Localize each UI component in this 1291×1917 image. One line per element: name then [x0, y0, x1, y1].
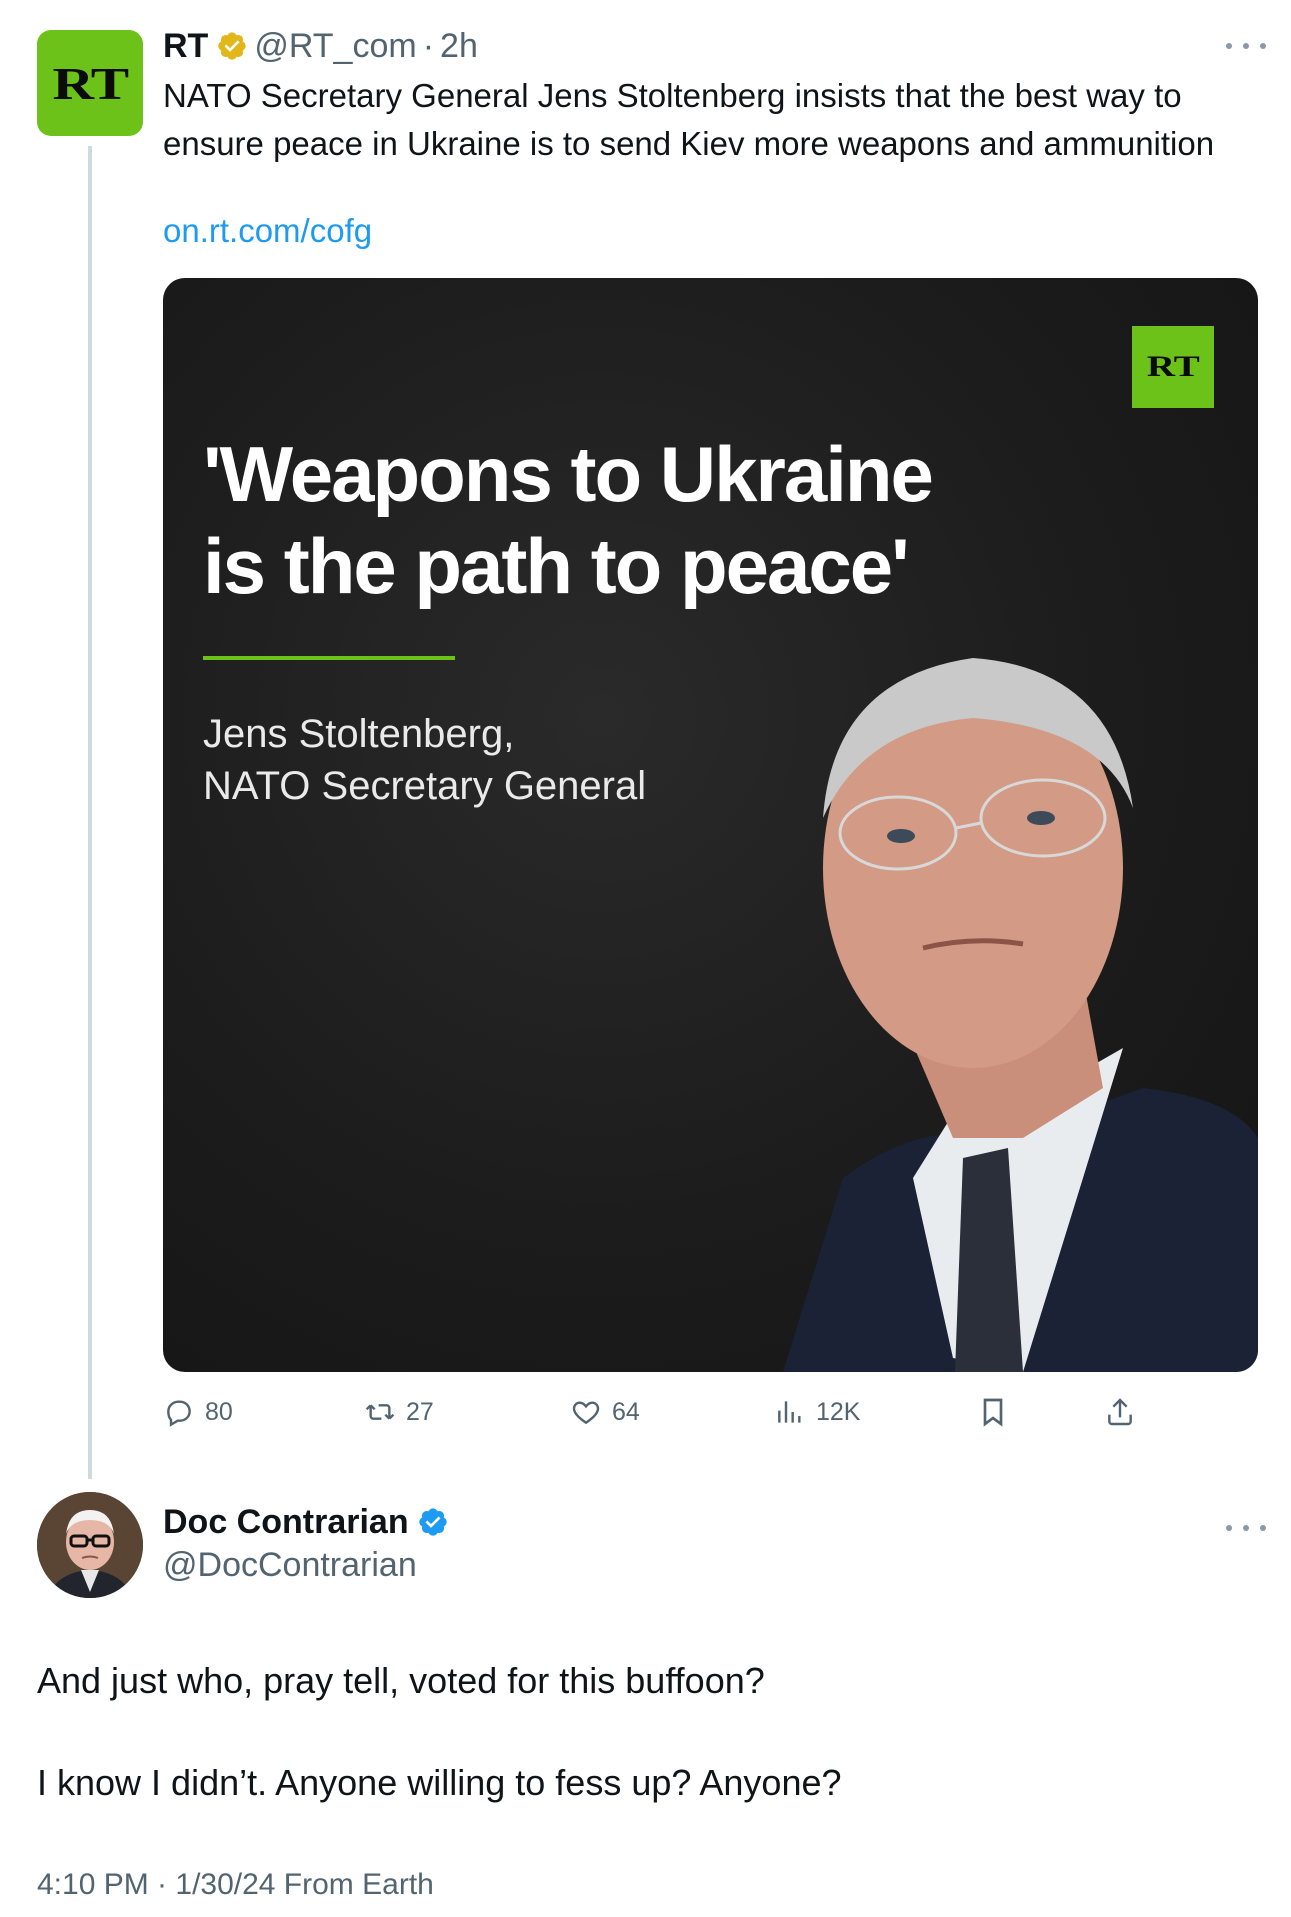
share-button[interactable] — [1104, 1390, 1146, 1434]
bookmark-icon — [983, 1398, 1003, 1427]
rt-tweet-link[interactable]: on.rt.com/cofg — [163, 212, 372, 250]
tweet-action-bar: 80 27 64 12K — [0, 1390, 1291, 1434]
rt-display-name[interactable]: RT — [163, 27, 208, 66]
attribution-name: Jens Stoltenberg, — [203, 712, 515, 756]
media-quote-line-1: 'Weapons to Ukraine — [203, 430, 934, 518]
reply-icon — [167, 1400, 191, 1427]
media-attribution: Jens Stoltenberg, NATO Secretary General — [203, 708, 803, 812]
more-options-icon[interactable] — [1226, 1522, 1266, 1534]
bookmark-button[interactable] — [977, 1390, 1019, 1434]
accent-divider — [203, 656, 455, 660]
like-count: 64 — [612, 1397, 640, 1426]
rt-media-logo: RT — [1132, 326, 1214, 408]
rt-media-logo-text: RT — [1146, 350, 1200, 383]
views-chart-icon — [778, 1401, 801, 1423]
tweet-timestamp-meta[interactable]: 4:10 PM · 1/30/24 From Earth — [37, 1868, 434, 1902]
retweet-icon — [365, 1404, 395, 1420]
more-options-icon[interactable] — [1226, 40, 1266, 52]
rt-handle[interactable]: @RT_com — [254, 27, 416, 66]
rt-avatar-logo-text: RT — [52, 57, 129, 109]
gold-verified-badge-icon — [216, 30, 248, 62]
blue-verified-badge-icon — [417, 1506, 449, 1538]
rt-tweet-header: RT @RT_com · 2h — [163, 26, 478, 66]
views-button[interactable]: 12K — [774, 1390, 860, 1434]
heart-icon — [572, 1401, 600, 1425]
retweet-button[interactable]: 27 — [364, 1390, 434, 1434]
reply-button[interactable]: 80 — [163, 1390, 233, 1434]
reply-text-line-2: I know I didn’t. Anyone willing to fess … — [37, 1762, 842, 1803]
avatar-photo — [37, 1492, 143, 1598]
retweet-count: 27 — [406, 1397, 434, 1426]
share-icon — [1108, 1398, 1132, 1426]
like-button[interactable]: 64 — [570, 1390, 640, 1434]
reply-count: 80 — [205, 1397, 233, 1426]
rt-timestamp[interactable]: 2h — [440, 27, 478, 66]
tweet-media-image[interactable]: RT 'Weapons to Ukraine is the path to pe… — [163, 278, 1258, 1372]
media-quote-line-2: is the path to peace' — [203, 522, 910, 610]
portrait-photo — [783, 658, 1258, 1372]
rt-avatar[interactable]: RT — [37, 30, 143, 136]
thread-connector-line — [88, 146, 92, 1479]
media-quote: 'Weapons to Ukraine is the path to peace… — [203, 428, 963, 612]
doc-handle[interactable]: @DocContrarian — [163, 1546, 417, 1585]
reply-text-line-1: And just who, pray tell, voted for this … — [37, 1660, 765, 1701]
view-count: 12K — [816, 1397, 861, 1426]
attribution-title: NATO Secretary General — [203, 764, 647, 808]
doc-contrarian-avatar[interactable] — [37, 1492, 143, 1598]
doc-display-name[interactable]: Doc Contrarian — [163, 1503, 409, 1542]
rt-tweet-text: NATO Secretary General Jens Stoltenberg … — [163, 77, 1215, 162]
reply-tweet-header: Doc Contrarian — [163, 1500, 455, 1544]
separator-dot: · — [422, 26, 435, 65]
